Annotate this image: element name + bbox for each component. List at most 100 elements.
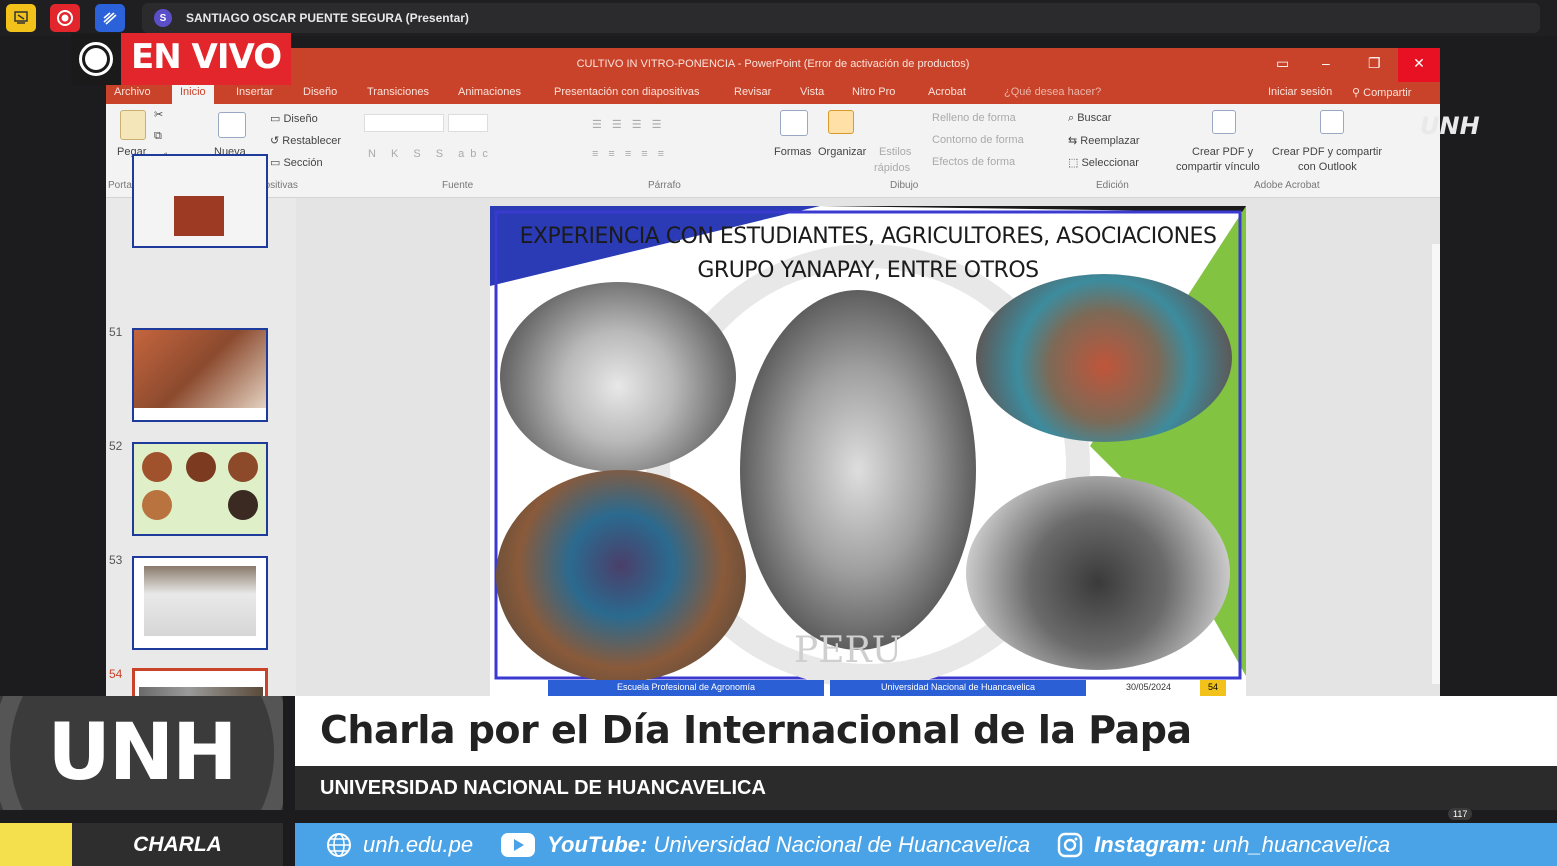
thumbnail-image: [174, 196, 224, 236]
select-button[interactable]: ⬚ Seleccionar: [1068, 156, 1139, 169]
presentation-icon[interactable]: [6, 4, 36, 32]
tab-transiciones[interactable]: Transiciones: [367, 86, 429, 98]
thumbnail-image: [186, 452, 216, 482]
presenter-bar[interactable]: S SANTIAGO OSCAR PUENTE SEGURA (Presenta…: [142, 3, 1540, 33]
event-subtitle: UNIVERSIDAD NACIONAL DE HUANCAVELICA: [295, 766, 1557, 810]
ppt-title-bar: CULTIVO IN VITRO-PONENCIA - PowerPoint (…: [106, 48, 1440, 82]
youtube-icon: [499, 831, 537, 859]
whiteboard-icon[interactable]: [95, 4, 125, 32]
tab-vista[interactable]: Vista: [800, 86, 824, 98]
website-text: unh.edu.pe: [363, 831, 474, 857]
instagram-handle: unh_huancavelica: [1212, 831, 1391, 857]
group-acrobat: Adobe Acrobat: [1254, 180, 1320, 191]
create-pdf-icon[interactable]: [1212, 110, 1236, 134]
create-pdf-label-2[interactable]: compartir vínculo: [1176, 161, 1260, 173]
section-label: Sección: [283, 157, 323, 169]
find-label: Buscar: [1077, 112, 1112, 124]
shape-fill-button[interactable]: Relleno de forma: [932, 112, 1016, 124]
share-button[interactable]: ⚲ Compartir: [1352, 86, 1411, 99]
shapes-button[interactable]: Formas: [774, 146, 811, 158]
current-slide[interactable]: EXPERIENCIA CON ESTUDIANTES, AGRICULTORE…: [490, 206, 1246, 696]
copy-icon[interactable]: ⧉: [154, 130, 162, 143]
powerpoint-window: CULTIVO IN VITRO-PONENCIA - PowerPoint (…: [106, 48, 1440, 696]
slide-thumbnail-active[interactable]: [132, 668, 268, 696]
slide-thumbnail[interactable]: [132, 442, 268, 536]
shape-effects-button[interactable]: Efectos de forma: [932, 156, 1015, 168]
footer-university: Universidad Nacional de Huancavelica: [830, 680, 1086, 696]
group-drawing: Dibujo: [890, 180, 919, 191]
presenter-name: SANTIAGO OSCAR PUENTE SEGURA (Presentar): [186, 11, 469, 25]
thumbnail-image: [228, 452, 258, 482]
ribbon-display-icon[interactable]: ▭: [1276, 55, 1289, 72]
font-format-buttons[interactable]: N K S S abc: [368, 148, 494, 160]
slide-thumbnail[interactable]: [132, 556, 268, 650]
tab-animaciones[interactable]: Animaciones: [458, 86, 521, 98]
select-label: Seleccionar: [1081, 157, 1139, 169]
tab-revisar[interactable]: Revisar: [734, 86, 771, 98]
list-buttons[interactable]: ☰☰☰☰: [592, 118, 671, 131]
cut-icon[interactable]: ✂: [154, 108, 163, 121]
slide-thumbnail[interactable]: [132, 154, 268, 248]
live-label: EN VIVO: [121, 33, 292, 85]
tab-archivo[interactable]: Archivo: [114, 86, 151, 98]
maximize-icon[interactable]: ❐: [1368, 55, 1381, 72]
arrange-button[interactable]: Organizar: [818, 146, 866, 158]
youtube-link[interactable]: YouTube: Universidad Nacional de Huancav…: [499, 831, 1030, 859]
window-title: CULTIVO IN VITRO-PONENCIA - PowerPoint (…: [576, 58, 970, 70]
create-pdf-label-1[interactable]: Crear PDF y: [1192, 146, 1253, 158]
quick-styles-2[interactable]: rápidos: [874, 162, 910, 174]
align-buttons[interactable]: ≡≡≡≡≡: [592, 148, 674, 160]
tab-insertar[interactable]: Insertar: [236, 86, 273, 98]
website-link[interactable]: unh.edu.pe: [325, 831, 473, 859]
section-button[interactable]: ▭ Sección: [270, 156, 323, 169]
vertical-scrollbar[interactable]: [1432, 244, 1440, 684]
thumbnail-image: [134, 330, 266, 408]
close-icon[interactable]: ✕: [1398, 48, 1440, 82]
farmers-group-photo: [496, 470, 746, 682]
font-size-select[interactable]: [448, 114, 488, 132]
thumbnail-image: [228, 490, 258, 520]
layout-button[interactable]: ▭ Diseño: [270, 112, 318, 125]
viewer-count: 117: [1448, 808, 1473, 820]
shapes-icon[interactable]: [780, 110, 808, 136]
tab-inicio[interactable]: Inicio: [172, 82, 214, 104]
lab-students-photo: [500, 282, 736, 472]
footer-date: 30/05/2024: [1126, 682, 1172, 692]
tell-me-input[interactable]: ¿Qué desea hacer?: [1004, 86, 1101, 98]
find-button[interactable]: ⌕ Buscar: [1068, 112, 1111, 125]
replace-button[interactable]: ⇆ Reemplazar: [1068, 134, 1140, 147]
tab-diseno[interactable]: Diseño: [303, 86, 337, 98]
record-icon[interactable]: [50, 4, 80, 32]
tab-presentacion[interactable]: Presentación con diapositivas: [554, 86, 700, 98]
social-links-bar: unh.edu.pe YouTube: Universidad Nacional…: [295, 823, 1557, 866]
officials-photo: [966, 476, 1230, 670]
paste-icon[interactable]: [120, 110, 146, 140]
quick-styles-1[interactable]: Estilos: [879, 146, 911, 158]
slide-number: 52: [109, 439, 123, 453]
new-slide-icon[interactable]: [218, 112, 246, 138]
font-name-select[interactable]: [364, 114, 444, 132]
shape-outline-button[interactable]: Contorno de forma: [932, 134, 1024, 146]
live-badge: EN VIVO: [71, 33, 292, 85]
meeting-top-bar: S SANTIAGO OSCAR PUENTE SEGURA (Presenta…: [0, 0, 1557, 36]
tab-nitro[interactable]: Nitro Pro: [852, 86, 895, 98]
thumbnail-image: [144, 566, 256, 636]
outlook-pdf-icon[interactable]: [1320, 110, 1344, 134]
slide-thumbnail[interactable]: [132, 328, 268, 422]
slide-number: 51: [109, 325, 123, 339]
footer-slide-number: 54: [1200, 680, 1226, 696]
reset-button[interactable]: ↺ Restablecer: [270, 134, 341, 147]
ribbon-tabs: Archivo Inicio Insertar Diseño Transicio…: [106, 82, 1440, 104]
instagram-link[interactable]: Instagram: unh_huancavelica: [1056, 831, 1390, 859]
slide-title-line-1: EXPERIENCIA CON ESTUDIANTES, AGRICULTORE…: [519, 224, 1217, 249]
farmers-sorting-photo: [976, 274, 1232, 442]
outlook-pdf-label-2[interactable]: con Outlook: [1298, 161, 1357, 173]
minimize-icon[interactable]: –: [1322, 55, 1330, 71]
sign-in-link[interactable]: Iniciar sesión: [1268, 86, 1332, 98]
replace-label: Reemplazar: [1080, 135, 1140, 147]
tab-acrobat[interactable]: Acrobat: [928, 86, 966, 98]
unh-logo-text: UNH: [47, 708, 238, 798]
arrange-icon[interactable]: [828, 110, 854, 134]
slide-thumbnails-pane: 51 52 53 54: [106, 154, 296, 696]
outlook-pdf-label-1[interactable]: Crear PDF y compartir: [1272, 146, 1382, 158]
